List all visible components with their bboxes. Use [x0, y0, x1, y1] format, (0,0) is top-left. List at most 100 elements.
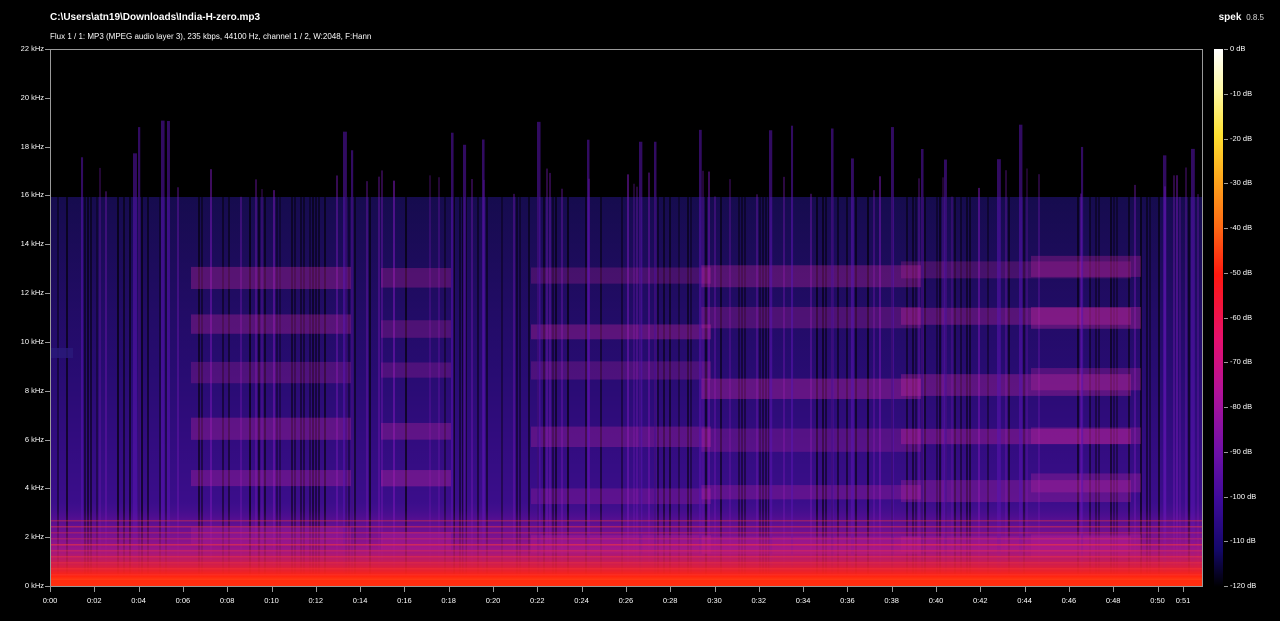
- energy-band: [381, 268, 451, 288]
- time-tick: [1068, 587, 1070, 592]
- spectrum-streak: [1173, 175, 1175, 567]
- frequency-tick-label: 6 kHz: [24, 434, 44, 444]
- energy-band: [531, 267, 711, 284]
- time-tick-label: 0:32: [751, 596, 767, 605]
- energy-band: [191, 361, 351, 384]
- frequency-tick-label: 16 kHz: [20, 190, 44, 200]
- spectrum-streak: [378, 176, 380, 568]
- time-tick: [315, 587, 317, 592]
- energy-band: [381, 362, 451, 378]
- time-tick: [625, 587, 627, 592]
- harmonic-line: [51, 562, 1202, 564]
- time-tick: [1024, 587, 1026, 592]
- time-tick: [1183, 587, 1184, 592]
- time-tick: [448, 587, 450, 592]
- app-version: 0.8.5: [1246, 13, 1264, 22]
- time-tick-label: 0:34: [795, 596, 811, 605]
- time-tick: [493, 587, 494, 592]
- frequency-tick-label: 10 kHz: [20, 336, 44, 346]
- time-tick: [227, 587, 229, 592]
- harmonic-line: [51, 556, 1202, 558]
- harmonic-line: [51, 520, 1202, 522]
- db-tick-label: -90 dB: [1230, 446, 1253, 456]
- db-tick: [1224, 272, 1228, 274]
- spectrogram-plot[interactable]: [50, 49, 1203, 587]
- db-tick-label: -30 dB: [1230, 178, 1253, 188]
- harmonic-line: [51, 526, 1202, 528]
- db-tick: [1224, 228, 1228, 229]
- frequency-tick-label: 8 kHz: [24, 385, 44, 395]
- time-tick: [182, 587, 184, 592]
- time-tick: [758, 587, 760, 592]
- frequency-tick: [45, 390, 50, 392]
- db-tick: [1224, 93, 1228, 95]
- time-tick-label: 0:24: [574, 596, 589, 605]
- db-tick: [1224, 317, 1228, 319]
- frequency-tick: [45, 97, 50, 99]
- spectrum-streak: [1176, 175, 1178, 567]
- db-tick: [1224, 451, 1228, 453]
- time-tick: [936, 587, 937, 592]
- energy-band: [191, 266, 351, 289]
- time-tick-label: 0:10: [264, 596, 279, 605]
- energy-band: [191, 417, 351, 440]
- energy-band: [1031, 427, 1141, 444]
- spectrum-streak: [1005, 170, 1007, 562]
- time-tick-label: 0:42: [972, 596, 988, 605]
- app-brand: spek 0.8.5: [1219, 12, 1264, 23]
- frequency-tick-label: 12 kHz: [20, 288, 44, 298]
- energy-band: [701, 485, 921, 500]
- energy-band: [191, 314, 351, 334]
- time-tick-label: 0:04: [131, 596, 146, 605]
- frequency-tick-label: 14 kHz: [20, 239, 44, 249]
- db-tick-label: -40 dB: [1230, 223, 1253, 232]
- energy-band: [701, 306, 921, 329]
- time-tick: [670, 587, 672, 592]
- spectrum-streak: [879, 176, 881, 568]
- time-tick-label: 0:20: [485, 596, 501, 605]
- time-tick-label: 0:22: [529, 596, 545, 605]
- frequency-tick: [45, 439, 50, 441]
- time-tick: [360, 587, 362, 592]
- db-tick-label: -110 dB: [1230, 536, 1256, 546]
- time-tick-label: 0:26: [618, 596, 634, 605]
- db-tick: [1224, 541, 1228, 543]
- harmonic-line: [51, 532, 1202, 534]
- db-tick-label: 0 dB: [1230, 44, 1246, 53]
- time-tick-label: 0:06: [175, 596, 191, 605]
- time-tick: [847, 587, 849, 592]
- time-tick-label: 0:02: [86, 596, 102, 605]
- db-tick-label: -20 dB: [1230, 133, 1253, 143]
- app-name: spek: [1218, 12, 1242, 23]
- time-tick-label: 0:46: [1061, 596, 1077, 605]
- time-tick: [1157, 587, 1159, 592]
- time-tick-label: 0:12: [308, 596, 324, 605]
- time-tick-label: 0:48: [1105, 596, 1121, 605]
- db-tick: [1224, 49, 1228, 50]
- energy-band: [191, 470, 351, 487]
- energy-band: [531, 324, 711, 340]
- energy-band: [381, 422, 451, 440]
- stream-info: Flux 1 / 1: MP3 (MPEG audio layer 3), 23…: [50, 32, 372, 41]
- time-tick-label: 0:51: [1175, 596, 1191, 605]
- energy-band: [381, 470, 451, 487]
- frequency-tick: [45, 488, 50, 490]
- time-tick-label: 0:44: [1017, 596, 1032, 605]
- spectrum-streak: [783, 176, 785, 568]
- frequency-tick-label: 18 kHz: [20, 141, 44, 151]
- energy-band: [701, 378, 921, 399]
- time-tick-label: 0:18: [441, 596, 456, 605]
- time-tick: [271, 587, 273, 592]
- file-title: C:\Users\atn19\Downloads\India-H-zero.mp…: [50, 12, 261, 23]
- energy-band: [1031, 473, 1141, 493]
- energy-band: [531, 361, 711, 380]
- energy-band: [531, 488, 711, 505]
- frequency-tick-label: 20 kHz: [20, 92, 44, 102]
- db-colorbar: [1214, 49, 1223, 587]
- db-tick-label: -10 dB: [1230, 88, 1253, 98]
- frequency-tick-label: 2 kHz: [24, 532, 44, 542]
- db-tick-label: -50 dB: [1230, 267, 1253, 277]
- db-tick-label: -60 dB: [1230, 312, 1253, 322]
- time-tick: [537, 587, 539, 592]
- time-tick-label: 0:00: [42, 596, 58, 605]
